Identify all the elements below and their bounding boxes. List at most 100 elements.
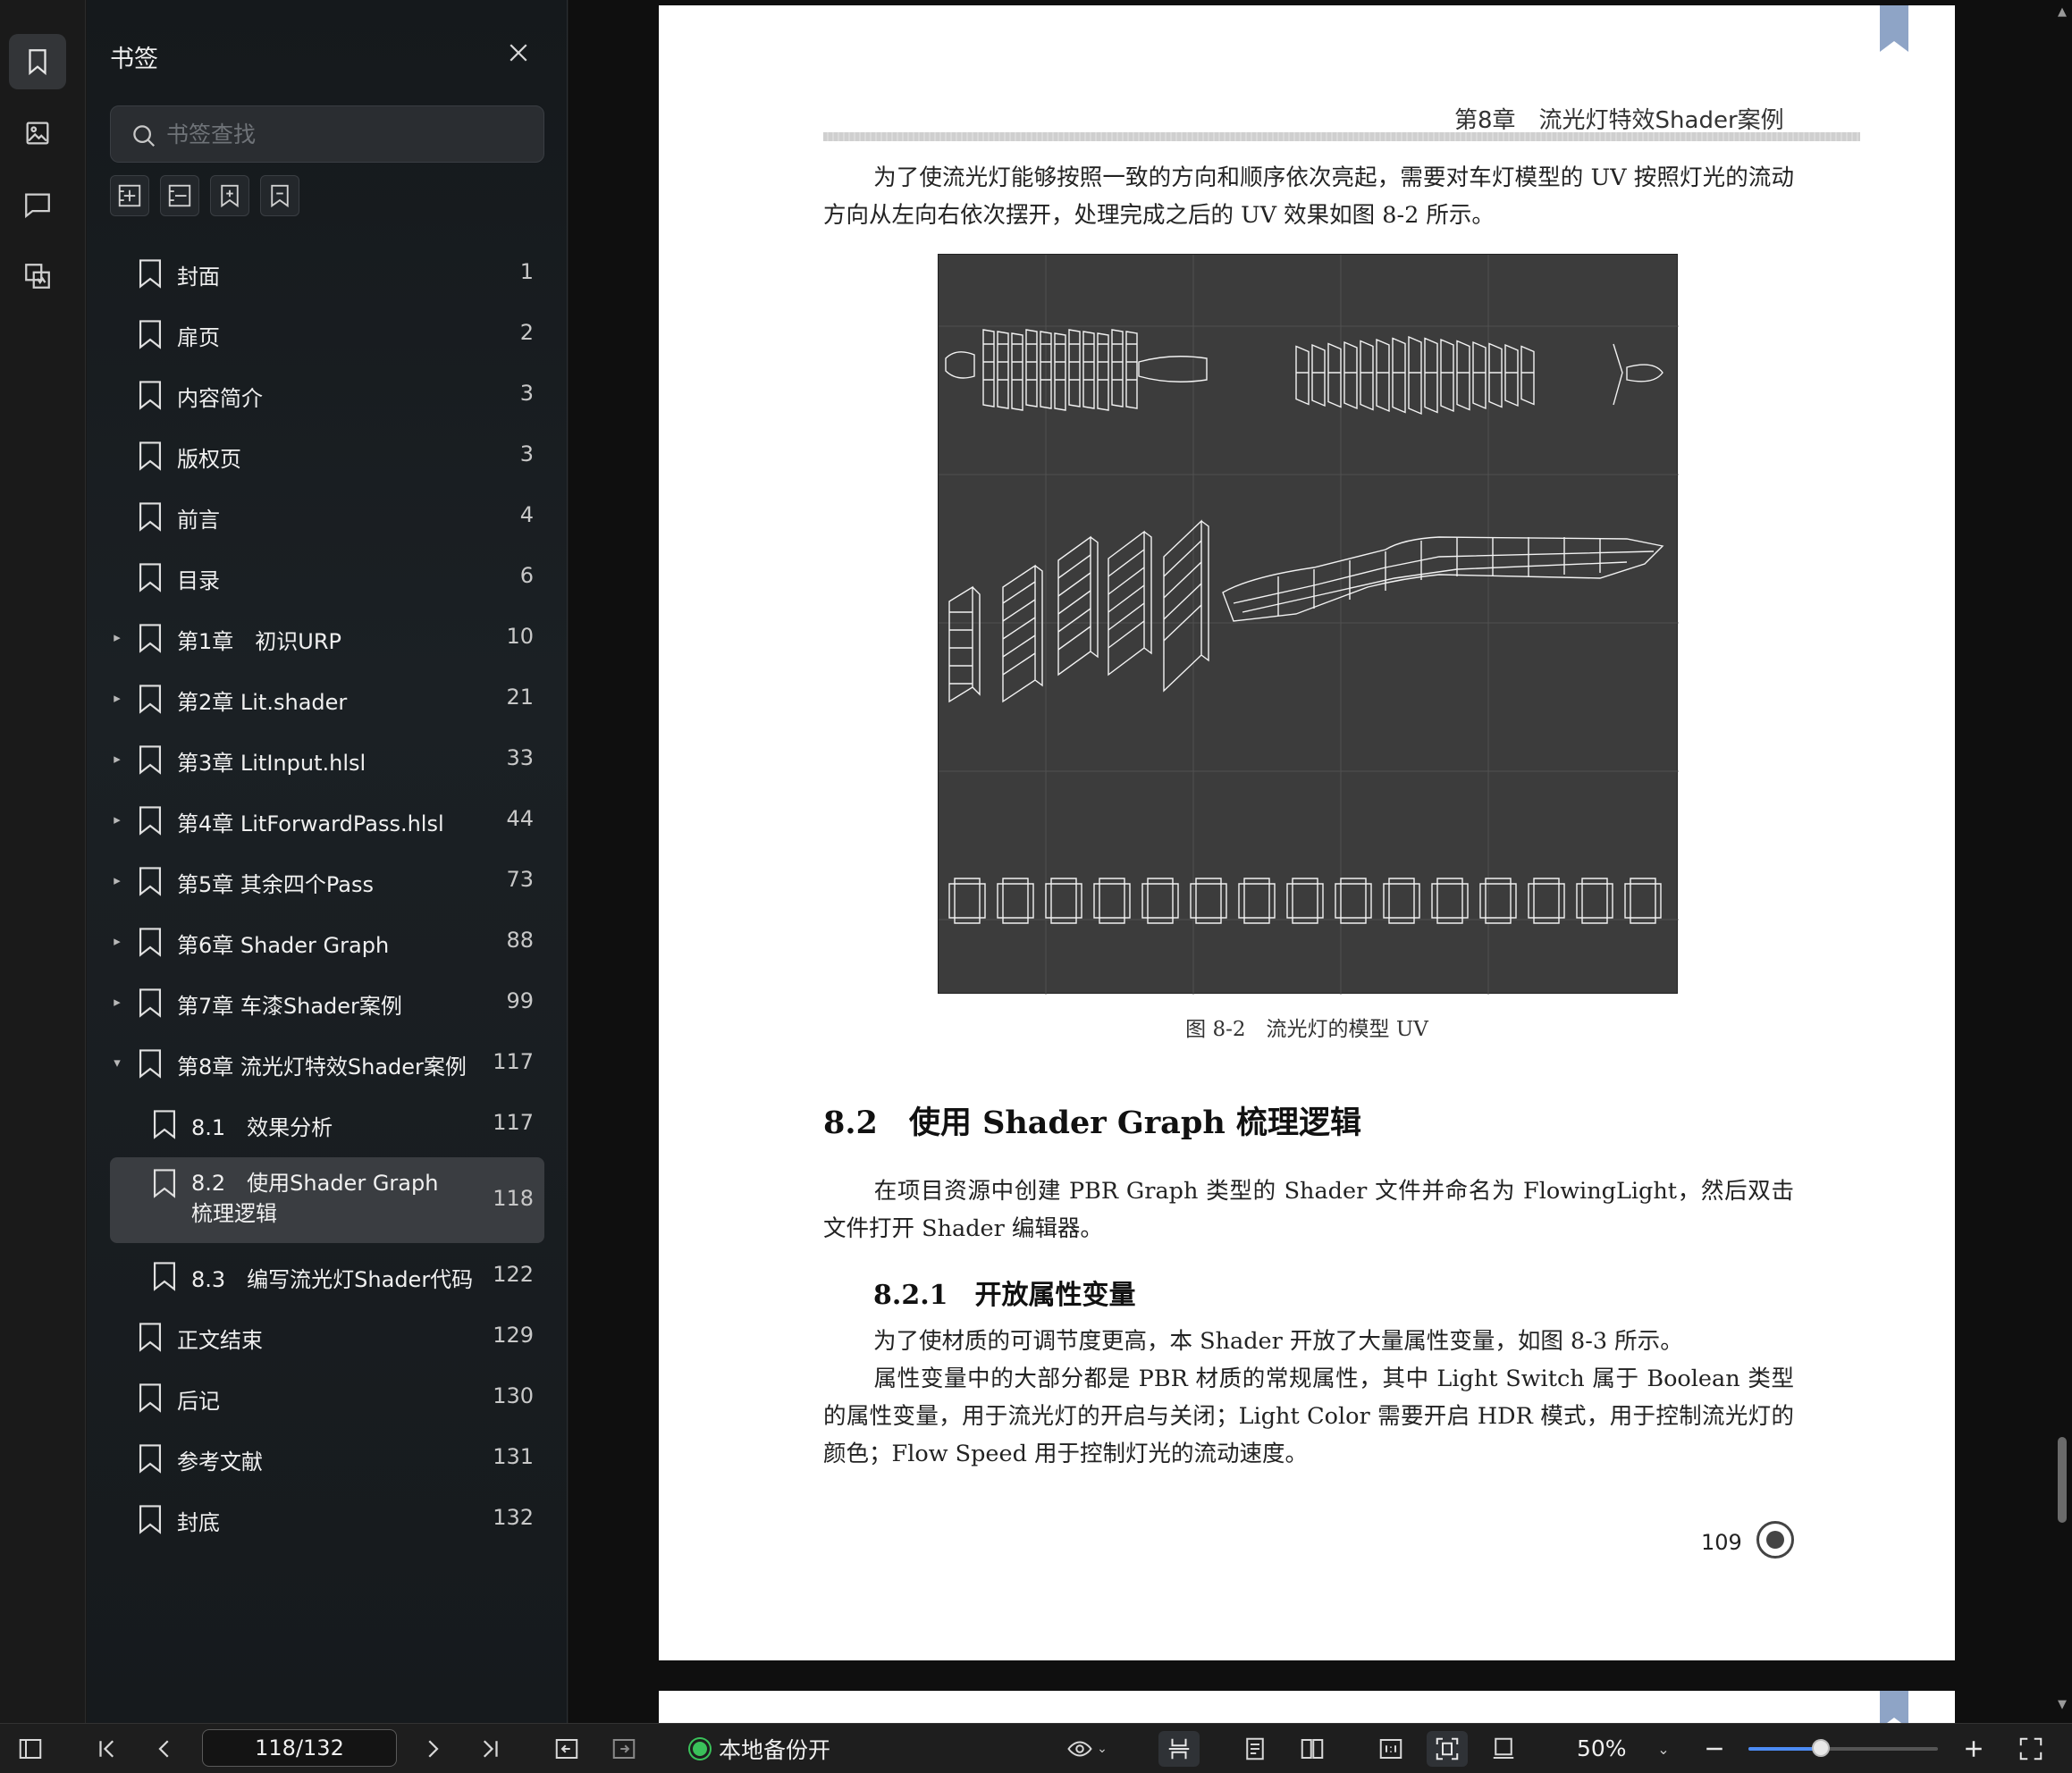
local-backup-status[interactable]: 本地备份开 <box>690 1731 830 1767</box>
bookmark-icon <box>139 867 162 896</box>
bookmark-item[interactable]: 参考文献 131 <box>110 1431 544 1486</box>
back-icon <box>555 1739 578 1759</box>
scroll-thumb[interactable] <box>2058 1437 2067 1523</box>
zoom-slider[interactable] <box>1748 1739 1938 1757</box>
bookmark-item[interactable]: ▸ 第1章 初识URP 10 <box>110 610 544 666</box>
expand-all-icon <box>118 184 141 207</box>
chevron-right-icon <box>428 1740 439 1758</box>
bookmark-item[interactable]: 8.1 效果分析 117 <box>110 1097 544 1152</box>
zoom-in-button[interactable] <box>1956 1731 1992 1767</box>
uv-wireframe-image <box>939 255 1679 995</box>
bookmark-label: 第6章 Shader Graph <box>177 933 390 958</box>
continuous-scroll-button[interactable] <box>1158 1731 1200 1767</box>
bookmark-item[interactable]: ▾ 第8章 流光灯特效Shader案例 117 <box>110 1036 544 1091</box>
bookmark-item[interactable]: ▸ 第5章 其余四个Pass 73 <box>110 853 544 909</box>
bookmark-tab[interactable] <box>9 34 66 89</box>
figure-caption: 图 8-2 流光灯的模型 UV <box>1185 1018 1428 1041</box>
bookmark-item[interactable]: ▸ 第7章 车漆Shader案例 99 <box>110 975 544 1030</box>
bookmark-page-number: 88 <box>506 928 534 953</box>
first-page-button[interactable] <box>89 1731 125 1767</box>
collapse-all-button[interactable] <box>160 175 199 216</box>
bookmark-item[interactable]: ▸ 第4章 LitForwardPass.hlsl 44 <box>110 793 544 848</box>
fit-width-button[interactable] <box>1486 1731 1521 1767</box>
expand-toggle-icon[interactable]: ▸ <box>110 690 124 706</box>
add-bookmark-button[interactable] <box>210 175 249 216</box>
forward-icon <box>612 1739 636 1759</box>
expand-all-button[interactable] <box>110 175 149 216</box>
single-page-button[interactable] <box>1237 1731 1273 1767</box>
scroll-down-arrow-icon[interactable]: ▼ <box>2056 1698 2068 1711</box>
bookmark-page-number: 33 <box>506 745 534 770</box>
expand-toggle-icon[interactable]: ▸ <box>110 994 124 1010</box>
bookmark-label: 内容简介 <box>177 386 263 411</box>
bookmark-item[interactable]: 封面 1 <box>110 246 544 301</box>
bookmark-icon <box>139 745 162 775</box>
fullscreen-button[interactable] <box>2013 1731 2049 1767</box>
bookmark-label: 第2章 Lit.shader <box>177 690 348 715</box>
remove-bookmark-icon <box>271 184 289 208</box>
bookmark-icon <box>139 441 162 471</box>
minus-icon <box>1706 1747 1722 1751</box>
zoom-slider-fill <box>1748 1747 1821 1751</box>
fit-page-button[interactable] <box>1427 1731 1468 1767</box>
toggle-sidebar-button[interactable] <box>13 1731 48 1767</box>
vertical-scrollbar[interactable]: ▲ ▼ <box>2052 0 2072 1723</box>
bookmark-item[interactable]: 版权页 3 <box>110 428 544 483</box>
prev-page-button[interactable] <box>147 1731 182 1767</box>
left-rail <box>0 0 86 1723</box>
search-input[interactable] <box>166 121 524 147</box>
bookmark-item[interactable]: 内容简介 3 <box>110 367 544 423</box>
bookmark-item[interactable]: ▸ 第3章 LitInput.hlsl 33 <box>110 732 544 787</box>
scroll-up-arrow-icon[interactable]: ▲ <box>2056 5 2068 19</box>
bookmark-label: 第5章 其余四个Pass <box>177 872 375 897</box>
thumbnail-tab[interactable] <box>9 105 66 161</box>
expand-toggle-icon[interactable]: ▸ <box>110 872 124 888</box>
zoom-level[interactable]: 50% <box>1577 1731 1627 1767</box>
document-page: 第8章 流光灯特效Shader案例 为了使流光灯能够按照一致的方向和顺序依次亮起… <box>659 5 1955 1660</box>
page-input[interactable]: 118/132 <box>202 1729 397 1767</box>
reading-mode-button[interactable]: ⌄ <box>1058 1731 1116 1767</box>
expand-toggle-icon[interactable]: ▸ <box>110 629 124 645</box>
bookmark-item[interactable]: 扉页 2 <box>110 307 544 362</box>
bookmark-item[interactable]: ▸ 第6章 Shader Graph 88 <box>110 914 544 970</box>
zoom-out-button[interactable] <box>1697 1731 1732 1767</box>
bookmark-search[interactable] <box>110 105 544 163</box>
back-button[interactable] <box>549 1731 585 1767</box>
expand-toggle-icon[interactable]: ▸ <box>110 751 124 767</box>
document-viewer[interactable]: 第8章 流光灯特效Shader案例 为了使流光灯能够按照一致的方向和顺序依次亮起… <box>569 0 2072 1744</box>
close-icon[interactable] <box>505 39 532 66</box>
add-bookmark-icon <box>221 184 239 208</box>
expand-toggle-icon[interactable]: ▾ <box>110 1055 124 1071</box>
expand-toggle-icon[interactable]: ▸ <box>110 933 124 949</box>
bookmark-item[interactable]: 8.3 编写流光灯Shader代码 122 <box>110 1248 544 1304</box>
actual-size-button[interactable] <box>1373 1731 1409 1767</box>
fit-page-icon <box>1436 1737 1459 1760</box>
scroll-mode-icon <box>1168 1738 1190 1760</box>
attachment-tab[interactable] <box>9 248 66 304</box>
image-icon <box>26 122 49 145</box>
remove-bookmark-button[interactable] <box>260 175 299 216</box>
bookmark-item[interactable]: 前言 4 <box>110 489 544 544</box>
bookmark-item[interactable]: 正文结束 129 <box>110 1309 544 1365</box>
bookmark-page-number: 6 <box>519 563 534 588</box>
last-page-button[interactable] <box>472 1731 508 1767</box>
bookmark-label: 后记 <box>177 1389 220 1414</box>
bookmark-item[interactable]: 后记 130 <box>110 1370 544 1425</box>
page-bookmark-ribbon[interactable] <box>1880 5 1908 52</box>
zoom-dropdown-button[interactable]: ⌄ <box>1650 1731 1677 1767</box>
two-page-button[interactable] <box>1294 1731 1330 1767</box>
next-page-ribbon[interactable] <box>1880 1691 1908 1728</box>
expand-toggle-icon[interactable]: ▸ <box>110 811 124 828</box>
zoom-slider-knob[interactable] <box>1811 1739 1830 1757</box>
bookmark-page-number: 117 <box>493 1110 534 1135</box>
bookmark-item[interactable]: ▸ 第2章 Lit.shader 21 <box>110 671 544 727</box>
bookmark-label: 封面 <box>177 265 220 290</box>
forward-button[interactable] <box>606 1731 642 1767</box>
comment-tab[interactable] <box>9 177 66 232</box>
next-page-button[interactable] <box>415 1731 451 1767</box>
bookmark-item[interactable]: 8.2 使用Shader Graph梳理逻辑 118 <box>110 1157 544 1243</box>
bookmark-panel: 书签 封面 1 扉页 2 内容简介 3 版权页 3 前言 4 目录 6 ▸ 第1章 初识URP 10 ▸ 第2章… <box>87 0 568 1723</box>
collapse-all-icon <box>168 184 191 207</box>
bookmark-item[interactable]: 目录 6 <box>110 550 544 605</box>
bookmark-item[interactable]: 封底 132 <box>110 1492 544 1547</box>
